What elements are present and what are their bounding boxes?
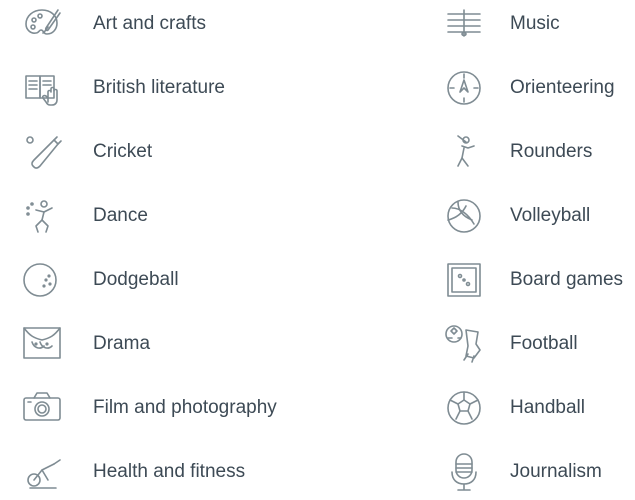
subject-item-cricket[interactable]: Cricket	[18, 128, 328, 176]
subject-item-british-literature[interactable]: British literature	[18, 64, 328, 112]
subject-item-journalism[interactable]: Journalism	[440, 448, 635, 496]
volleyball-icon	[440, 192, 488, 240]
subject-label: Music	[510, 13, 560, 34]
handball-icon	[440, 384, 488, 432]
subject-label: Art and crafts	[93, 13, 206, 34]
subject-label: Orienteering	[510, 77, 615, 98]
subject-item-film-and-photography[interactable]: Film and photography	[18, 384, 328, 432]
cricket-bat-icon	[18, 128, 66, 176]
subject-item-music[interactable]: Music	[440, 0, 635, 48]
subject-label: Board games	[510, 269, 624, 290]
subject-label: Rounders	[510, 141, 593, 162]
ball-icon	[18, 256, 66, 304]
dancer-icon	[18, 192, 66, 240]
subject-item-rounders[interactable]: Rounders	[440, 128, 635, 176]
subject-label: Football	[510, 333, 578, 354]
subject-label: Dance	[93, 205, 148, 226]
board-game-icon	[440, 256, 488, 304]
subject-label: Dodgeball	[93, 269, 179, 290]
subject-label: Journalism	[510, 461, 602, 482]
book-icon	[18, 64, 66, 112]
subject-item-dodgeball[interactable]: Dodgeball	[18, 256, 328, 304]
subject-label: Drama	[93, 333, 151, 354]
subject-label: Health and fitness	[93, 461, 246, 482]
subject-label: British literature	[93, 77, 225, 98]
subject-item-board-games[interactable]: Board games	[440, 256, 635, 304]
microphone-icon	[440, 448, 488, 496]
subject-item-dance[interactable]: Dance	[18, 192, 328, 240]
compass-icon	[440, 64, 488, 112]
subject-label: Film and photography	[93, 397, 277, 418]
music-staff-icon	[440, 0, 488, 48]
subject-item-handball[interactable]: Handball	[440, 384, 635, 432]
exercise-bike-icon	[18, 448, 66, 496]
theatre-masks-icon	[18, 320, 66, 368]
camera-icon	[18, 384, 66, 432]
subject-item-volleyball[interactable]: Volleyball	[440, 192, 635, 240]
subject-item-football[interactable]: Football	[440, 320, 635, 368]
subject-label: Handball	[510, 397, 585, 418]
subject-item-health-and-fitness[interactable]: Health and fitness	[18, 448, 328, 496]
subject-item-art-and-crafts[interactable]: Art and crafts	[18, 0, 328, 48]
football-boot-icon	[440, 320, 488, 368]
subject-item-orienteering[interactable]: Orienteering	[440, 64, 635, 112]
batter-icon	[440, 128, 488, 176]
palette-icon	[18, 0, 66, 48]
subject-item-drama[interactable]: Drama	[18, 320, 328, 368]
subject-label: Cricket	[93, 141, 153, 162]
subject-label: Volleyball	[510, 205, 591, 226]
